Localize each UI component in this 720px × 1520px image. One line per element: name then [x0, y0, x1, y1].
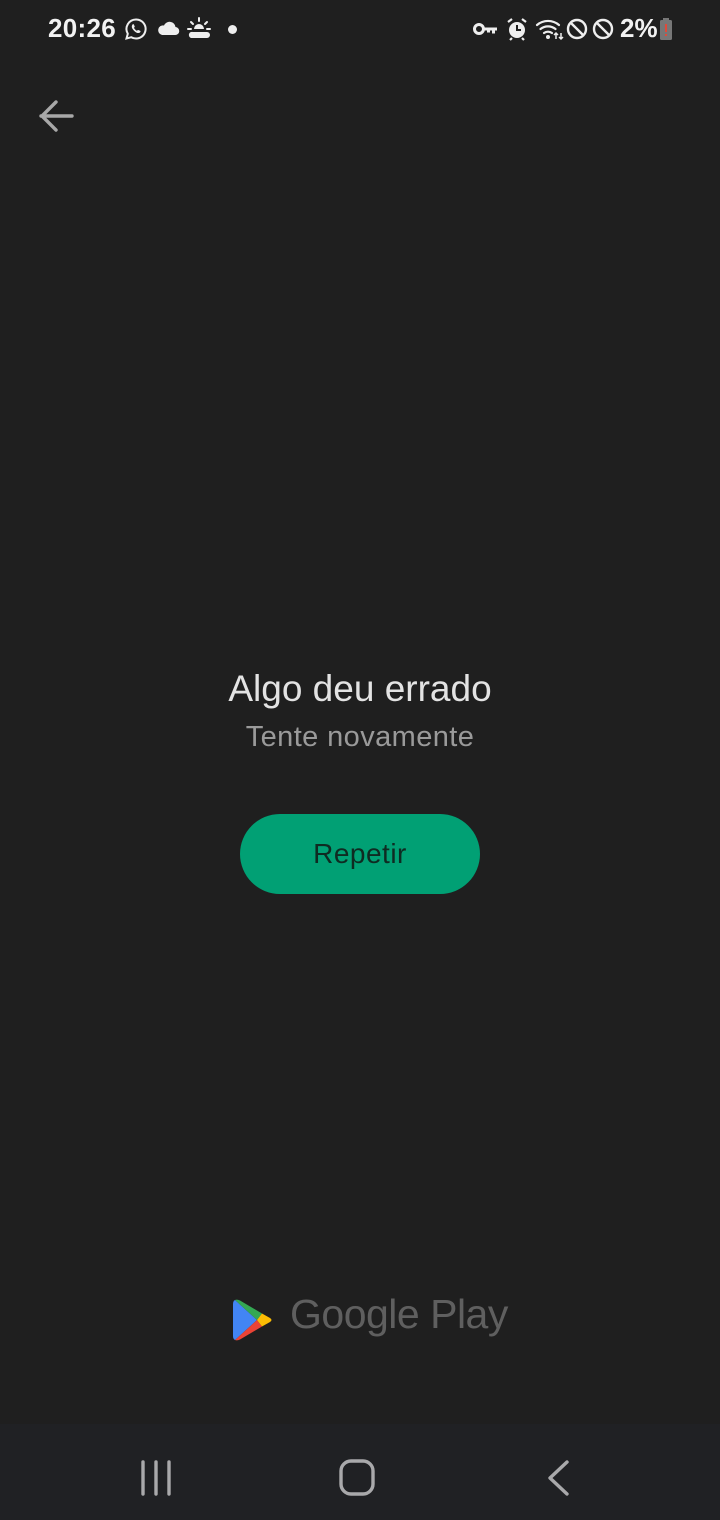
battery-percent: 2% [620, 13, 658, 43]
navigation-bar [0, 1424, 720, 1520]
arrow-left-icon [39, 100, 74, 132]
weather-sun-cloud-icon [187, 17, 211, 38]
notification-dot-icon [228, 25, 237, 34]
do-not-disturb-icon [592, 18, 614, 40]
error-title: Algo deu errado [228, 668, 492, 709]
google-play-wordmark: Google Play [290, 1291, 508, 1337]
recent-apps-button[interactable] [126, 1450, 186, 1498]
whatsapp-icon [125, 18, 147, 40]
wifi-icon [535, 19, 564, 41]
chevron-left-icon [548, 1460, 569, 1496]
do-not-disturb-icon [566, 18, 588, 40]
home-icon [339, 1459, 375, 1496]
vpn-key-icon [473, 23, 497, 35]
retry-button[interactable]: Repetir [240, 814, 480, 894]
cloud-icon [158, 21, 180, 36]
nav-back-button[interactable] [528, 1450, 588, 1498]
status-bar: 20:26 2% [0, 0, 720, 60]
home-button[interactable] [327, 1450, 387, 1498]
error-subtitle: Tente novamente [245, 721, 475, 753]
recent-apps-icon [141, 1460, 171, 1496]
battery-low-icon [660, 18, 672, 40]
google-play-logo-icon [233, 1299, 272, 1341]
alarm-icon [507, 18, 527, 41]
status-time: 20:26 [48, 13, 116, 43]
back-button[interactable] [32, 94, 80, 138]
